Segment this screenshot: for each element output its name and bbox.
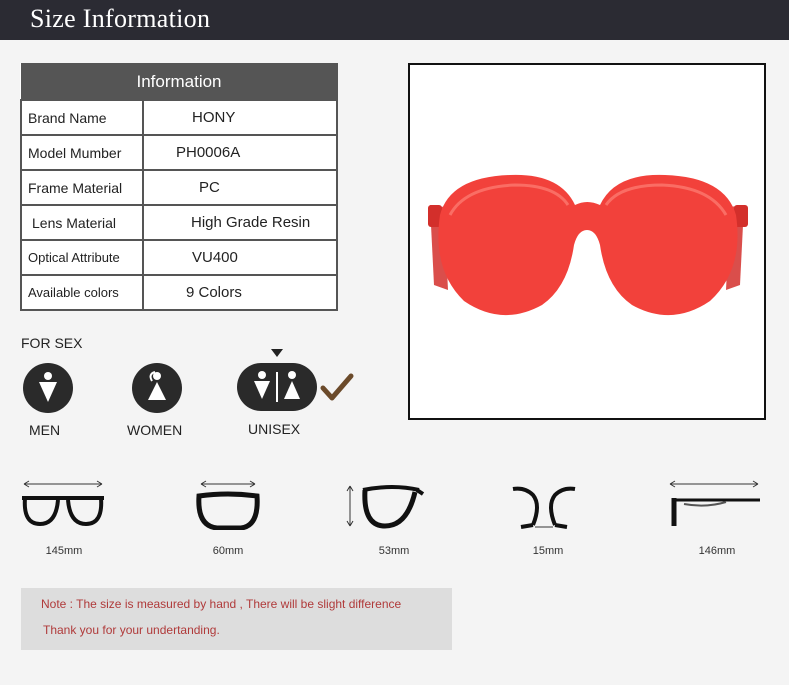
lens-material-label: Lens Material: [20, 204, 144, 241]
frame-width-value: 145mm: [45, 545, 83, 557]
brand-name-label: Brand Name: [20, 99, 144, 136]
table-row: Lens Material High Grade Resin: [20, 204, 338, 241]
note-box: Note : The size is measured by hand , Th…: [21, 588, 452, 650]
bridge-width-icon: [512, 486, 576, 529]
temple-length-icon: [669, 480, 760, 526]
frame-material-label: Frame Material: [20, 169, 144, 206]
table-row: Optical Attribute VU400: [20, 239, 338, 276]
info-table-heading: Information: [20, 63, 338, 101]
table-row: Brand Name HONY: [20, 99, 338, 136]
selected-marker-icon: [271, 349, 283, 357]
women-icon: [132, 363, 182, 413]
product-photo: [408, 63, 766, 420]
available-colors-value: 9 Colors: [142, 274, 338, 311]
optical-attribute-label: Optical Attribute: [20, 239, 144, 276]
bridge-width-value: 15mm: [532, 545, 564, 557]
frame-material-value: PC: [142, 169, 338, 206]
table-row: Frame Material PC: [20, 169, 338, 206]
men-icon: [23, 363, 73, 413]
sex-label-unisex: UNISEX: [248, 421, 301, 437]
lens-width-value: 60mm: [212, 545, 244, 557]
temple-length-value: 146mm: [698, 545, 736, 557]
info-table: Information Brand Name HONY Model Mumber…: [20, 63, 338, 311]
lens-material-value: High Grade Resin: [142, 204, 338, 241]
red-sunglasses-image: [428, 174, 748, 316]
brand-name-value: HONY: [142, 99, 338, 136]
page-title: Size Information: [30, 4, 211, 33]
model-number-label: Model Mumber: [20, 134, 144, 171]
table-row: Model Mumber PH0006A: [20, 134, 338, 171]
lens-width-icon: [196, 480, 260, 530]
sex-label-men: MEN: [29, 422, 61, 438]
model-number-value: PH0006A: [142, 134, 338, 171]
for-sex-heading: FOR SEX: [21, 335, 83, 351]
unisex-icon: [237, 363, 317, 411]
optical-attribute-value: VU400: [142, 239, 338, 276]
lens-height-icon: [346, 485, 425, 529]
frame-width-icon: [22, 480, 104, 527]
lens-height-value: 53mm: [378, 545, 410, 557]
table-row: Available colors 9 Colors: [20, 274, 338, 311]
sex-label-women: WOMEN: [127, 422, 183, 438]
note-line-2: Thank you for your undertanding.: [43, 623, 220, 637]
header-bar: Size Information: [0, 0, 789, 40]
available-colors-label: Available colors: [20, 274, 144, 311]
note-line-1: Note : The size is measured by hand , Th…: [41, 597, 402, 611]
check-icon: [320, 373, 354, 401]
